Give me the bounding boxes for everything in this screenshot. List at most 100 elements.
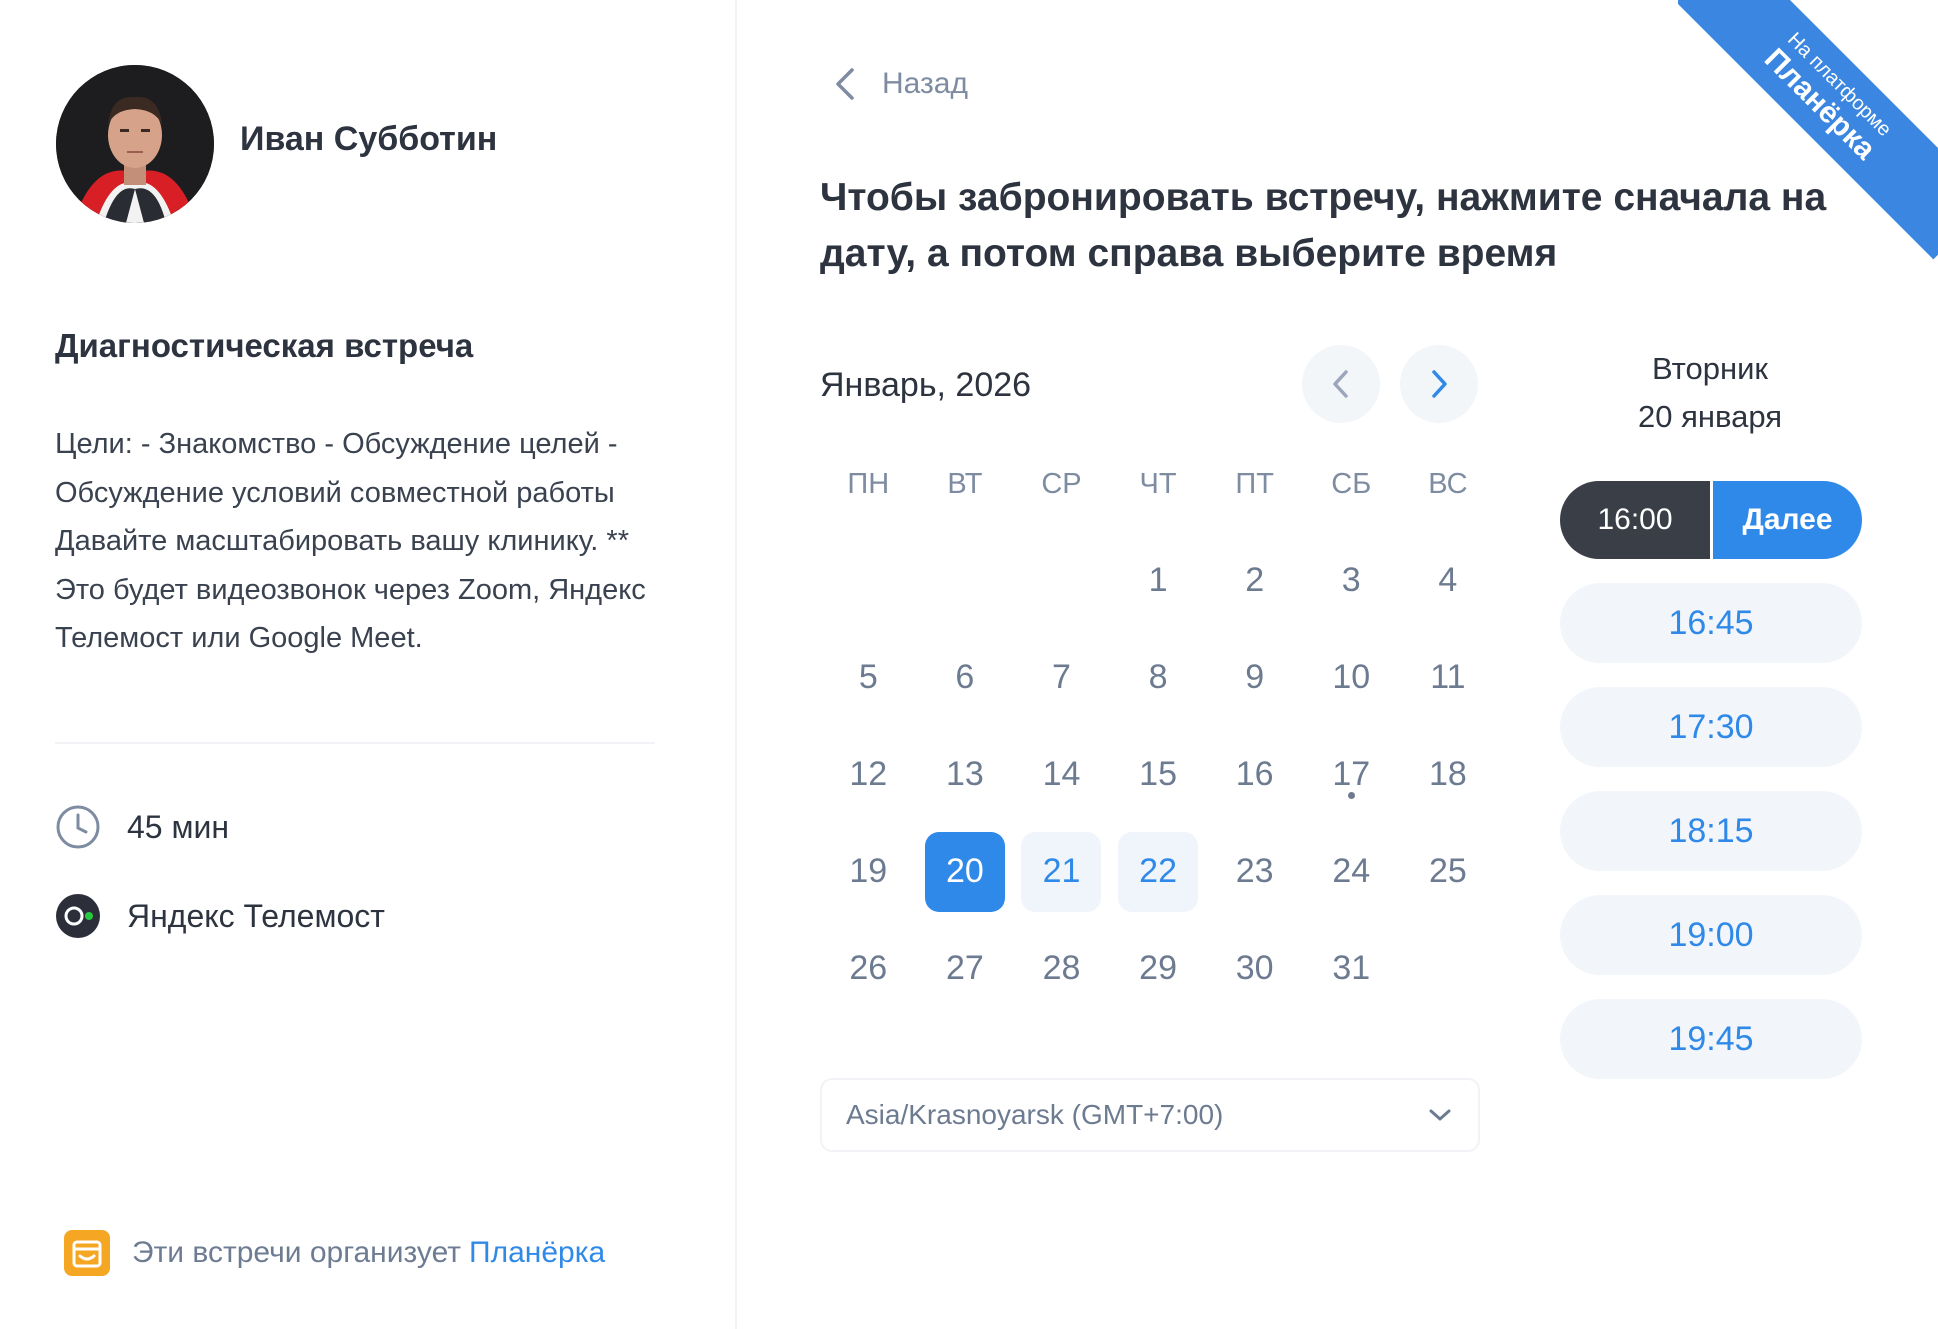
calendar-day: 23 [1206, 823, 1303, 920]
timezone-value: Asia/Krasnoyarsk (GMT+7:00) [846, 1099, 1224, 1130]
calendar-day: 15 [1110, 726, 1207, 823]
calendar-day: 29 [1110, 920, 1207, 1017]
calendar-day: 6 [917, 629, 1014, 726]
footer-text: Эти встречи организует [132, 1236, 462, 1269]
calendar-day: 11 [1400, 629, 1497, 726]
time-slot-button[interactable]: 16:45 [1560, 583, 1862, 663]
calendar-month-label: Январь, 2026 [820, 366, 1032, 404]
calendar-day-number: 1 [1148, 561, 1168, 599]
calendar-day: 18 [1400, 726, 1497, 823]
calendar-day: 30 [1206, 920, 1303, 1017]
time-slot-button[interactable]: 18:15 [1560, 791, 1862, 871]
calendar-day: 19 [820, 823, 917, 920]
calendar-day[interactable]: 22 [1110, 823, 1207, 920]
platform-ribbon[interactable]: На платформе Планёрка [1678, 0, 1938, 260]
selected-date-label: Вторник 20 января [1560, 345, 1860, 441]
calendar-day-number: 10 [1332, 658, 1371, 696]
calendar-day-number: 25 [1428, 852, 1467, 890]
calendar-brand-icon [64, 1230, 110, 1276]
calendar-day-number: 18 [1428, 755, 1467, 793]
host-name: Иван Субботин [240, 120, 498, 158]
weekday-label: СР [1041, 468, 1082, 500]
weekday-label: ВС [1428, 468, 1468, 500]
duration-row: 45 мин [55, 804, 229, 850]
selected-slot-time[interactable]: 16:00 [1560, 481, 1710, 559]
calendar-day: 9 [1206, 629, 1303, 726]
calendar-day-number: 21 [1021, 831, 1102, 912]
calendar-day: 16 [1206, 726, 1303, 823]
chevron-left-icon [1333, 370, 1348, 398]
next-button[interactable]: Далее [1713, 481, 1862, 559]
calendar-day: 24 [1303, 823, 1400, 920]
calendar-empty-cell [820, 532, 917, 629]
selected-weekday: Вторник [1652, 351, 1768, 386]
calendar-day: 28 [1013, 920, 1110, 1017]
calendar-day: 17 [1303, 726, 1400, 823]
host-avatar [56, 65, 214, 223]
calendar-day-number: 15 [1139, 755, 1177, 793]
calendar-day-number: 13 [945, 755, 984, 793]
calendar-day-number: 24 [1332, 852, 1371, 890]
calendar-day: 2 [1206, 532, 1303, 629]
calendar-day-number: 11 [1430, 658, 1466, 696]
calendar-day: 26 [820, 920, 917, 1017]
calendar-day: 31 [1303, 920, 1400, 1017]
back-label: Назад [882, 67, 968, 100]
calendar-day-number: 6 [955, 658, 975, 696]
selected-date: 20 января [1637, 399, 1783, 434]
calendar-day-number: 4 [1438, 561, 1458, 599]
chevron-down-icon [1429, 1109, 1451, 1121]
back-button[interactable]: Назад [830, 64, 968, 104]
chevron-right-icon [1432, 370, 1447, 398]
prev-month-button[interactable] [1302, 345, 1380, 423]
selected-slot: 16:00 Далее [1560, 481, 1862, 559]
calendar-day-number: 12 [849, 755, 888, 793]
timezone-select[interactable]: Asia/Krasnoyarsk (GMT+7:00) [820, 1078, 1480, 1152]
calendar-day-number: 20 [924, 831, 1005, 912]
time-slot-button[interactable]: 19:00 [1560, 895, 1862, 975]
calendar-grid: 1 2 3 4 5 6 7 8 9 10 11 12 13 14 15 16 17 18 19 20 21 22 23 24 2… [820, 532, 1500, 1017]
host-panel: Иван Субботин Диагностическая встреча Це… [0, 0, 737, 1329]
telemost-icon [56, 894, 100, 938]
location-row: Яндекс Телемост [55, 893, 385, 939]
calendar-empty-cell [1013, 532, 1110, 629]
calendar-day-number: 9 [1245, 658, 1265, 696]
calendar-day: 4 [1400, 532, 1497, 629]
weekday-label: ЧТ [1139, 468, 1177, 500]
calendar-day-number: 28 [1042, 949, 1081, 987]
calendar-day-number: 22 [1118, 831, 1199, 912]
calendar-day-number: 29 [1139, 949, 1177, 987]
event-description: Цели: - Знакомство - Обсуждение целей - … [55, 428, 646, 654]
time-slot-button[interactable]: 19:45 [1560, 999, 1862, 1079]
event-title: Диагностическая встреча [55, 327, 474, 364]
calendar-day[interactable]: 21 [1013, 823, 1110, 920]
footer-brand-link[interactable]: Планёрка [469, 1236, 605, 1270]
calendar-day-number: 17 [1332, 755, 1371, 793]
calendar-day: 13 [917, 726, 1014, 823]
calendar-day-number: 5 [858, 658, 878, 696]
divider [55, 742, 655, 744]
calendar-day-number: 30 [1235, 949, 1274, 987]
calendar-day: 3 [1303, 532, 1400, 629]
calendar-day: 8 [1110, 629, 1207, 726]
calendar-day-number: 2 [1245, 561, 1265, 599]
weekday-label: ПТ [1235, 468, 1274, 500]
weekday-header: ПН ВТ СР ЧТ ПТ СБ ВС [820, 468, 1500, 501]
calendar-empty-cell [917, 532, 1014, 629]
calendar-day: 25 [1400, 823, 1497, 920]
calendar-day-number: 26 [849, 949, 888, 987]
calendar-day: 27 [917, 920, 1014, 1017]
location-text: Яндекс Телемост [127, 897, 385, 934]
calendar-day-number: 8 [1148, 658, 1168, 696]
calendar-day: 14 [1013, 726, 1110, 823]
chevron-left-icon [836, 68, 854, 100]
clock-icon [56, 805, 100, 849]
calendar-day-number: 16 [1235, 755, 1274, 793]
calendar-day[interactable]: 20 [917, 823, 1014, 920]
duration-text: 45 мин [127, 808, 230, 845]
next-month-button[interactable] [1400, 345, 1478, 423]
calendar-day: 7 [1013, 629, 1110, 726]
calendar-day: 1 [1110, 532, 1207, 629]
time-slot-button[interactable]: 17:30 [1560, 687, 1862, 767]
weekday-label: ВТ [947, 468, 983, 500]
